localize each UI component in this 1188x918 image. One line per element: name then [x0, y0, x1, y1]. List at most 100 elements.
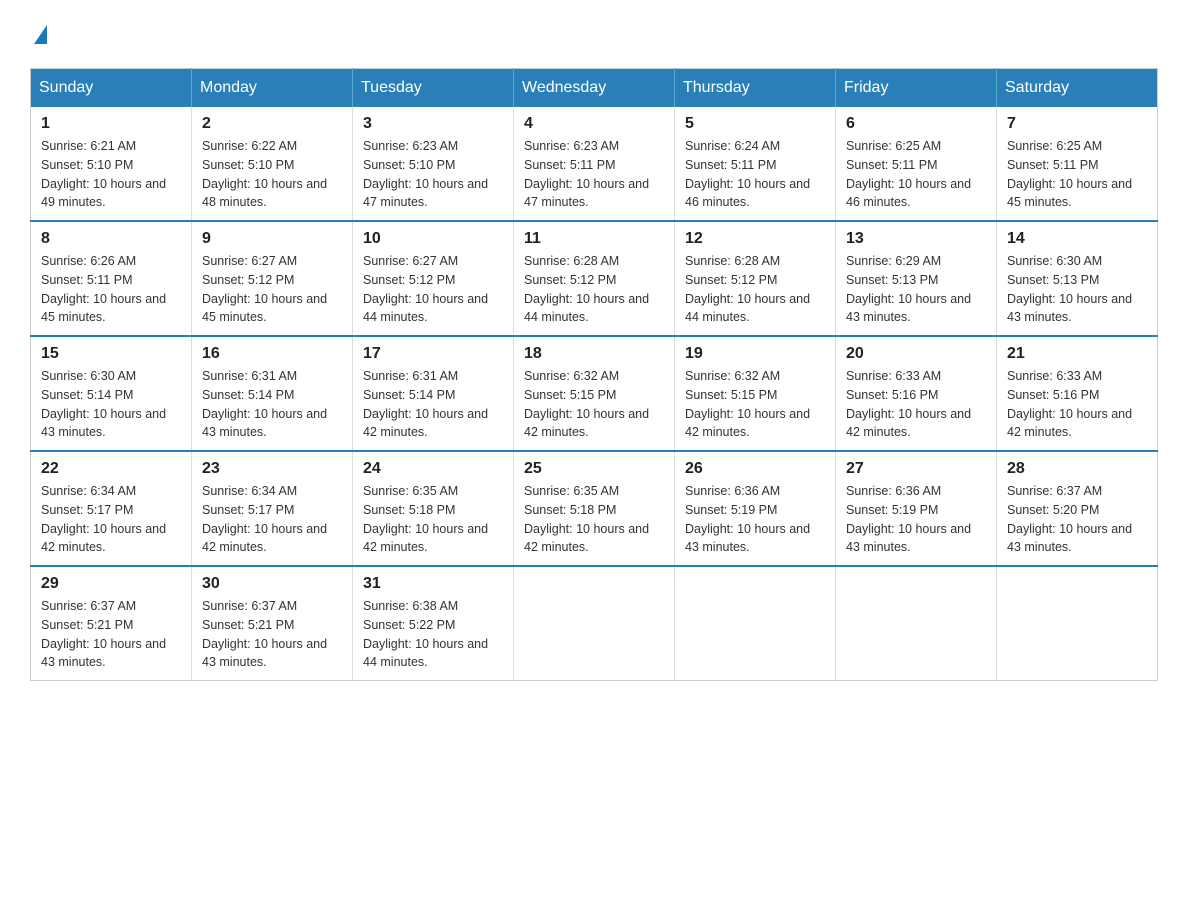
- day-info: Sunrise: 6:33 AMSunset: 5:16 PMDaylight:…: [846, 367, 986, 442]
- logo-area: [30, 20, 47, 48]
- header-sunday: Sunday: [31, 69, 192, 108]
- day-info: Sunrise: 6:36 AMSunset: 5:19 PMDaylight:…: [846, 482, 986, 557]
- calendar-cell: 19 Sunrise: 6:32 AMSunset: 5:15 PMDayligh…: [675, 336, 836, 451]
- day-number: 19: [685, 345, 825, 363]
- day-number: 6: [846, 115, 986, 133]
- day-number: 2: [202, 115, 342, 133]
- day-number: 29: [41, 575, 181, 593]
- calendar-cell: 7Sunrise: 6:25 AMSunset: 5:11 PMDaylight…: [997, 107, 1158, 221]
- day-number: 5: [685, 115, 825, 133]
- day-number: 17: [363, 345, 503, 363]
- day-info: Sunrise: 6:26 AMSunset: 5:11 PMDaylight:…: [41, 252, 181, 327]
- calendar-cell: 26 Sunrise: 6:36 AMSunset: 5:19 PMDayligh…: [675, 451, 836, 566]
- calendar-cell: 29 Sunrise: 6:37 AMSunset: 5:21 PMDayligh…: [31, 566, 192, 681]
- calendar-cell: 16 Sunrise: 6:31 AMSunset: 5:14 PMDayligh…: [192, 336, 353, 451]
- calendar-cell: 15 Sunrise: 6:30 AMSunset: 5:14 PMDayligh…: [31, 336, 192, 451]
- calendar-cell: 14 Sunrise: 6:30 AMSunset: 5:13 PMDayligh…: [997, 221, 1158, 336]
- day-number: 30: [202, 575, 342, 593]
- day-info: Sunrise: 6:37 AMSunset: 5:20 PMDaylight:…: [1007, 482, 1147, 557]
- day-number: 24: [363, 460, 503, 478]
- day-info: Sunrise: 6:31 AMSunset: 5:14 PMDaylight:…: [363, 367, 503, 442]
- day-info: Sunrise: 6:34 AMSunset: 5:17 PMDaylight:…: [202, 482, 342, 557]
- day-info: Sunrise: 6:29 AMSunset: 5:13 PMDaylight:…: [846, 252, 986, 327]
- day-info: Sunrise: 6:23 AMSunset: 5:11 PMDaylight:…: [524, 137, 664, 212]
- calendar-cell: 10 Sunrise: 6:27 AMSunset: 5:12 PMDayligh…: [353, 221, 514, 336]
- header-monday: Monday: [192, 69, 353, 108]
- calendar-week-1: 1Sunrise: 6:21 AMSunset: 5:10 PMDaylight…: [31, 107, 1158, 221]
- header-tuesday: Tuesday: [353, 69, 514, 108]
- calendar-cell: 2Sunrise: 6:22 AMSunset: 5:10 PMDaylight…: [192, 107, 353, 221]
- day-number: 9: [202, 230, 342, 248]
- calendar-cell: 6 Sunrise: 6:25 AMSunset: 5:11 PMDaylight…: [836, 107, 997, 221]
- calendar-cell: 20 Sunrise: 6:33 AMSunset: 5:16 PMDayligh…: [836, 336, 997, 451]
- header-saturday: Saturday: [997, 69, 1158, 108]
- day-number: 4: [524, 115, 664, 133]
- day-info: Sunrise: 6:27 AMSunset: 5:12 PMDaylight:…: [363, 252, 503, 327]
- calendar-week-3: 15 Sunrise: 6:30 AMSunset: 5:14 PMDayligh…: [31, 336, 1158, 451]
- day-info: Sunrise: 6:25 AMSunset: 5:11 PMDaylight:…: [846, 137, 986, 212]
- day-info: Sunrise: 6:33 AMSunset: 5:16 PMDaylight:…: [1007, 367, 1147, 442]
- logo-triangle-icon: [34, 25, 47, 44]
- day-number: 10: [363, 230, 503, 248]
- day-info: Sunrise: 6:35 AMSunset: 5:18 PMDaylight:…: [363, 482, 503, 557]
- day-number: 20: [846, 345, 986, 363]
- day-info: Sunrise: 6:27 AMSunset: 5:12 PMDaylight:…: [202, 252, 342, 327]
- calendar-cell: 25 Sunrise: 6:35 AMSunset: 5:18 PMDayligh…: [514, 451, 675, 566]
- calendar-cell: [997, 566, 1158, 681]
- day-info: Sunrise: 6:31 AMSunset: 5:14 PMDaylight:…: [202, 367, 342, 442]
- day-number: 1: [41, 115, 181, 133]
- day-number: 21: [1007, 345, 1147, 363]
- calendar-cell: 27 Sunrise: 6:36 AMSunset: 5:19 PMDayligh…: [836, 451, 997, 566]
- header-thursday: Thursday: [675, 69, 836, 108]
- calendar-cell: 8 Sunrise: 6:26 AMSunset: 5:11 PMDaylight…: [31, 221, 192, 336]
- header-friday: Friday: [836, 69, 997, 108]
- day-info: Sunrise: 6:28 AMSunset: 5:12 PMDaylight:…: [524, 252, 664, 327]
- day-info: Sunrise: 6:35 AMSunset: 5:18 PMDaylight:…: [524, 482, 664, 557]
- calendar-cell: 4 Sunrise: 6:23 AMSunset: 5:11 PMDaylight…: [514, 107, 675, 221]
- calendar-week-2: 8 Sunrise: 6:26 AMSunset: 5:11 PMDaylight…: [31, 221, 1158, 336]
- day-info: Sunrise: 6:30 AMSunset: 5:14 PMDaylight:…: [41, 367, 181, 442]
- calendar-cell: 28 Sunrise: 6:37 AMSunset: 5:20 PMDayligh…: [997, 451, 1158, 566]
- day-number: 13: [846, 230, 986, 248]
- day-info: Sunrise: 6:32 AMSunset: 5:15 PMDaylight:…: [685, 367, 825, 442]
- day-info: Sunrise: 6:28 AMSunset: 5:12 PMDaylight:…: [685, 252, 825, 327]
- day-number: 15: [41, 345, 181, 363]
- day-info: Sunrise: 6:30 AMSunset: 5:13 PMDaylight:…: [1007, 252, 1147, 327]
- day-number: 7: [1007, 115, 1147, 133]
- day-info: Sunrise: 6:37 AMSunset: 5:21 PMDaylight:…: [41, 597, 181, 672]
- calendar-cell: 31Sunrise: 6:38 AMSunset: 5:22 PMDayligh…: [353, 566, 514, 681]
- day-number: 22: [41, 460, 181, 478]
- page-header: [30, 20, 1158, 48]
- day-number: 18: [524, 345, 664, 363]
- calendar-cell: 21 Sunrise: 6:33 AMSunset: 5:16 PMDayligh…: [997, 336, 1158, 451]
- day-number: 26: [685, 460, 825, 478]
- calendar-week-5: 29 Sunrise: 6:37 AMSunset: 5:21 PMDayligh…: [31, 566, 1158, 681]
- day-number: 14: [1007, 230, 1147, 248]
- day-info: Sunrise: 6:32 AMSunset: 5:15 PMDaylight:…: [524, 367, 664, 442]
- day-number: 11: [524, 230, 664, 248]
- calendar-table: Sunday Monday Tuesday Wednesday Thursday…: [30, 68, 1158, 681]
- calendar-cell: 11 Sunrise: 6:28 AMSunset: 5:12 PMDayligh…: [514, 221, 675, 336]
- day-info: Sunrise: 6:38 AMSunset: 5:22 PMDaylight:…: [363, 597, 503, 672]
- calendar-cell: [675, 566, 836, 681]
- day-number: 25: [524, 460, 664, 478]
- day-number: 28: [1007, 460, 1147, 478]
- day-number: 16: [202, 345, 342, 363]
- calendar-cell: 23Sunrise: 6:34 AMSunset: 5:17 PMDayligh…: [192, 451, 353, 566]
- day-number: 27: [846, 460, 986, 478]
- calendar-cell: [836, 566, 997, 681]
- day-info: Sunrise: 6:34 AMSunset: 5:17 PMDaylight:…: [41, 482, 181, 557]
- calendar-cell: [514, 566, 675, 681]
- calendar-cell: 5 Sunrise: 6:24 AMSunset: 5:11 PMDaylight…: [675, 107, 836, 221]
- day-number: 12: [685, 230, 825, 248]
- day-number: 8: [41, 230, 181, 248]
- header-wednesday: Wednesday: [514, 69, 675, 108]
- calendar-cell: 24 Sunrise: 6:35 AMSunset: 5:18 PMDayligh…: [353, 451, 514, 566]
- calendar-cell: 1Sunrise: 6:21 AMSunset: 5:10 PMDaylight…: [31, 107, 192, 221]
- day-info: Sunrise: 6:24 AMSunset: 5:11 PMDaylight:…: [685, 137, 825, 212]
- calendar-cell: 12 Sunrise: 6:28 AMSunset: 5:12 PMDayligh…: [675, 221, 836, 336]
- calendar-cell: 30 Sunrise: 6:37 AMSunset: 5:21 PMDayligh…: [192, 566, 353, 681]
- day-info: Sunrise: 6:37 AMSunset: 5:21 PMDaylight:…: [202, 597, 342, 672]
- day-info: Sunrise: 6:36 AMSunset: 5:19 PMDaylight:…: [685, 482, 825, 557]
- weekday-header-row: Sunday Monday Tuesday Wednesday Thursday…: [31, 69, 1158, 108]
